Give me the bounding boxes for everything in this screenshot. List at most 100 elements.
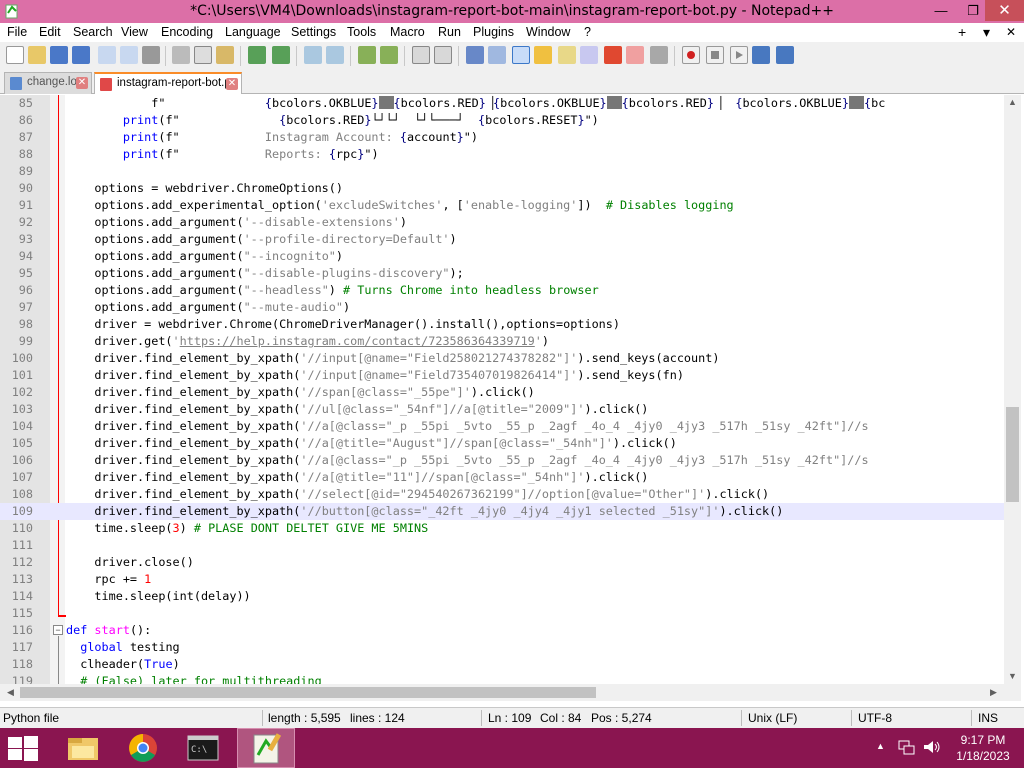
volume-icon[interactable]: [922, 738, 942, 759]
redo-icon[interactable]: [272, 46, 290, 64]
code-line[interactable]: 111: [0, 537, 1021, 554]
menu-view[interactable]: View: [121, 25, 148, 39]
tab-list-dropdown[interactable]: ▾: [983, 24, 990, 41]
function-list-icon[interactable]: [580, 46, 598, 64]
vertical-scrollbar[interactable]: ▲ ▼: [1004, 95, 1021, 685]
file-explorer-icon[interactable]: [54, 728, 112, 768]
menu-edit[interactable]: Edit: [39, 25, 61, 39]
tab-close-button[interactable]: ✕: [76, 77, 88, 89]
code-line[interactable]: 105 driver.find_element_by_xpath('//a[@t…: [0, 435, 1021, 452]
network-icon[interactable]: [898, 738, 916, 759]
menu-run[interactable]: Run: [438, 25, 461, 39]
eye-icon[interactable]: [650, 46, 668, 64]
code-line[interactable]: 99 driver.get('https://help.instagram.co…: [0, 333, 1021, 350]
user-defined-language-icon[interactable]: [534, 46, 552, 64]
code-line[interactable]: 108 driver.find_element_by_xpath('//sele…: [0, 486, 1021, 503]
code-line[interactable]: 90 options = webdriver.ChromeOptions(): [0, 180, 1021, 197]
record-macro-icon[interactable]: [682, 46, 700, 64]
code-line[interactable]: 113 rpc += 1: [0, 571, 1021, 588]
code-line[interactable]: 100 driver.find_element_by_xpath('//inpu…: [0, 350, 1021, 367]
zoom-out-icon[interactable]: [380, 46, 398, 64]
zoom-in-icon[interactable]: [358, 46, 376, 64]
code-line[interactable]: 95 options.add_argument("--disable-plugi…: [0, 265, 1021, 282]
horizontal-scrollbar[interactable]: ◀ ▶: [0, 684, 1004, 701]
close-document-button[interactable]: ✕: [1006, 25, 1016, 39]
open-file-icon[interactable]: [28, 46, 46, 64]
code-line[interactable]: 85 f" {bcolors.OKBLUE} {bcolors.RED}▕{bco…: [0, 95, 1021, 112]
undo-icon[interactable]: [248, 46, 266, 64]
menu-help[interactable]: ?: [584, 25, 591, 39]
minimize-button[interactable]: —: [925, 0, 957, 21]
tray-expand-icon[interactable]: ▲: [876, 741, 885, 751]
chrome-icon[interactable]: [114, 728, 172, 768]
paste-icon[interactable]: [216, 46, 234, 64]
menu-tools[interactable]: Tools: [347, 25, 376, 39]
stop-recording-icon[interactable]: [706, 46, 724, 64]
code-line[interactable]: 107 driver.find_element_by_xpath('//a[@t…: [0, 469, 1021, 486]
code-line[interactable]: 112 driver.close(): [0, 554, 1021, 571]
document-map-icon[interactable]: [558, 46, 576, 64]
code-line[interactable]: 110 time.sleep(3) # PLASE DONT DELTET GI…: [0, 520, 1021, 537]
cut-icon[interactable]: [172, 46, 190, 64]
scroll-left-arrow-icon[interactable]: ◀: [2, 687, 19, 698]
system-clock[interactable]: 9:17 PM 1/18/2023: [948, 732, 1018, 764]
code-line[interactable]: 116 def start():: [0, 622, 1021, 639]
windows-start-icon[interactable]: [6, 736, 38, 761]
scroll-down-arrow-icon[interactable]: ▼: [1004, 671, 1021, 681]
code-line[interactable]: 103 driver.find_element_by_xpath('//ul[@…: [0, 401, 1021, 418]
code-line[interactable]: 93 options.add_argument('--profile-direc…: [0, 231, 1021, 248]
code-line[interactable]: 97 options.add_argument("--mute-audio"): [0, 299, 1021, 316]
code-line[interactable]: 106 driver.find_element_by_xpath('//a[@c…: [0, 452, 1021, 469]
copy-icon[interactable]: [194, 46, 212, 64]
run-macro-multiple-icon[interactable]: [752, 46, 770, 64]
new-tab-plus-button[interactable]: +: [958, 24, 966, 40]
code-line[interactable]: 92 options.add_argument('--disable-exten…: [0, 214, 1021, 231]
menu-language[interactable]: Language: [225, 25, 281, 39]
folder-as-workspace-icon[interactable]: [604, 46, 622, 64]
monitoring-icon[interactable]: [626, 46, 644, 64]
tab-close-button[interactable]: ✕: [226, 78, 238, 90]
menu-macro[interactable]: Macro: [390, 25, 425, 39]
save-macro-icon[interactable]: [776, 46, 794, 64]
menu-search[interactable]: Search: [73, 25, 113, 39]
menu-file[interactable]: File: [7, 25, 27, 39]
tab-change-log[interactable]: change.log ✕: [4, 72, 92, 94]
code-line[interactable]: 96 options.add_argument("--headless") # …: [0, 282, 1021, 299]
scroll-right-arrow-icon[interactable]: ▶: [985, 687, 1002, 698]
close-window-button[interactable]: ✕: [985, 0, 1024, 21]
menu-window[interactable]: Window: [526, 25, 570, 39]
new-file-icon[interactable]: [6, 46, 24, 64]
code-line[interactable]: 86 print(f" {bcolors.RED}└┘└┘ └┘└───┘ {b…: [0, 112, 1021, 129]
code-line[interactable]: 87 print(f" Instagram Account: {account}…: [0, 129, 1021, 146]
sync-horizontal-icon[interactable]: [434, 46, 452, 64]
menu-settings[interactable]: Settings: [291, 25, 336, 39]
close-all-icon[interactable]: [120, 46, 138, 64]
close-icon[interactable]: [98, 46, 116, 64]
tab-instagram-report-bot[interactable]: instagram-report-bot.py ✕: [94, 72, 242, 94]
code-line[interactable]: 101 driver.find_element_by_xpath('//inpu…: [0, 367, 1021, 384]
menu-plugins[interactable]: Plugins: [473, 25, 514, 39]
code-line[interactable]: 118 clheader(True): [0, 656, 1021, 673]
horizontal-scroll-thumb[interactable]: [20, 687, 596, 698]
word-wrap-icon[interactable]: [466, 46, 484, 64]
sync-vertical-icon[interactable]: [412, 46, 430, 64]
print-icon[interactable]: [142, 46, 160, 64]
replace-icon[interactable]: [326, 46, 344, 64]
show-all-chars-icon[interactable]: [488, 46, 506, 64]
code-line[interactable]: 114 time.sleep(int(delay)): [0, 588, 1021, 605]
find-icon[interactable]: [304, 46, 322, 64]
menu-encoding[interactable]: Encoding: [161, 25, 213, 39]
code-line[interactable]: 89: [0, 163, 1021, 180]
indent-guide-icon[interactable]: [512, 46, 530, 64]
code-line[interactable]: 88 print(f" Reports: {rpc}"): [0, 146, 1021, 163]
playback-macro-icon[interactable]: [730, 46, 748, 64]
save-all-icon[interactable]: [72, 46, 90, 64]
save-icon[interactable]: [50, 46, 68, 64]
code-line[interactable]: 94 options.add_argument("--incognito"): [0, 248, 1021, 265]
code-line[interactable]: 104 driver.find_element_by_xpath('//a[@c…: [0, 418, 1021, 435]
code-line[interactable]: 102 driver.find_element_by_xpath('//span…: [0, 384, 1021, 401]
vertical-scroll-thumb[interactable]: [1006, 407, 1019, 502]
notepad-plus-plus-icon[interactable]: [237, 728, 295, 768]
scroll-up-arrow-icon[interactable]: ▲: [1004, 97, 1021, 107]
code-line[interactable]: 115: [0, 605, 1021, 622]
